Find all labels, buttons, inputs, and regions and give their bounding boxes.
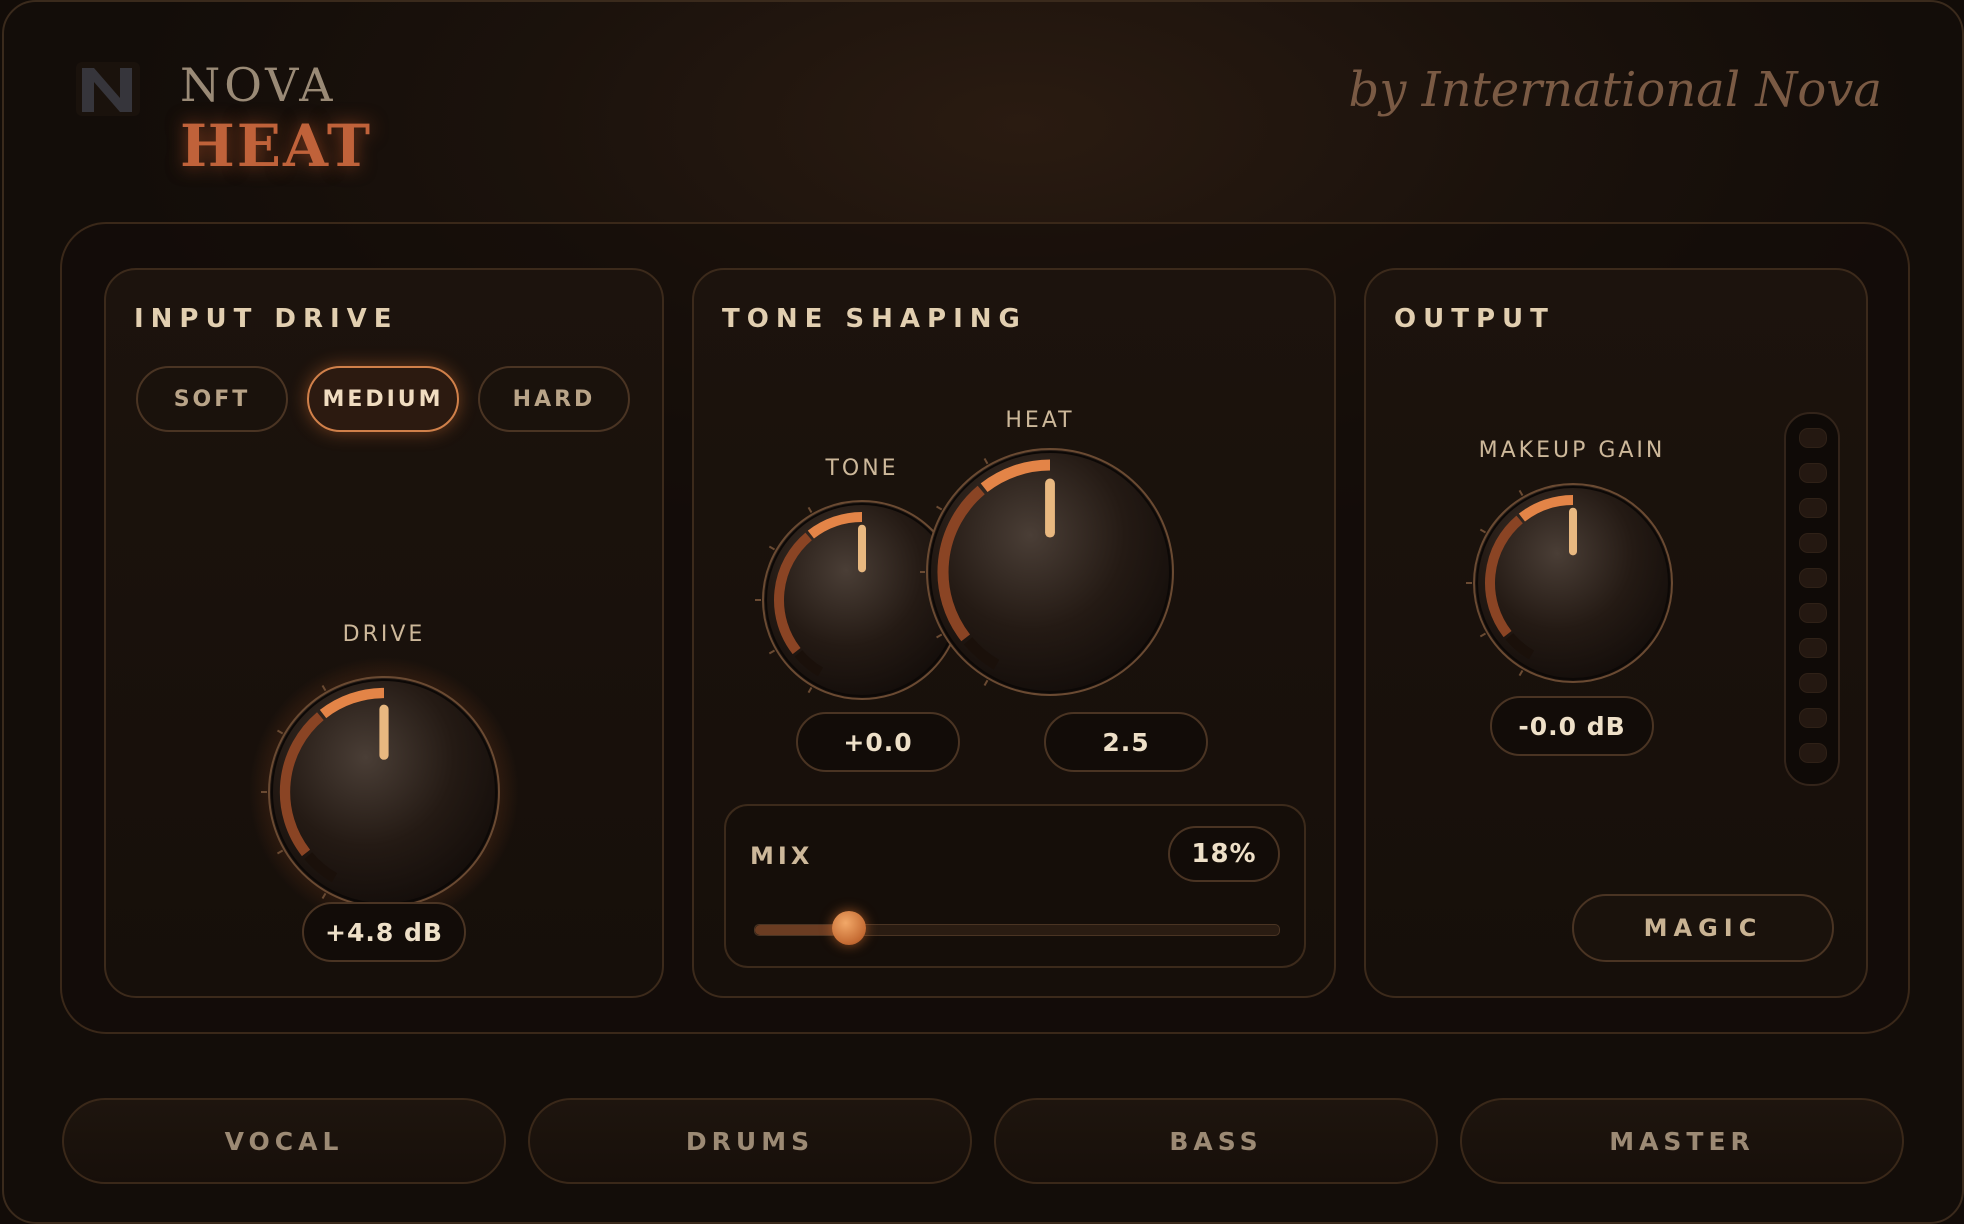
- drive-knob-label: DRIVE: [342, 622, 426, 647]
- input-drive-panel: INPUT DRIVE SOFT MEDIUM HARD DRIVE +4.8 …: [104, 268, 664, 998]
- mode-hard-button[interactable]: HARD: [478, 366, 630, 432]
- brand-name-line2: HEAT: [180, 112, 372, 180]
- preset-bass-button[interactable]: BASS: [994, 1098, 1438, 1184]
- drive-knob[interactable]: [248, 656, 520, 928]
- nova-n-logo-icon: [76, 62, 140, 116]
- meter-led: [1799, 708, 1827, 728]
- knob-tick: [807, 506, 813, 514]
- mix-slider-thumb[interactable]: [832, 911, 867, 945]
- heat-knob-label: HEAT: [1005, 408, 1075, 433]
- meter-led: [1799, 463, 1827, 483]
- knob-tick: [1479, 632, 1487, 638]
- meter-led: [1799, 568, 1827, 588]
- meter-led: [1799, 498, 1827, 518]
- mode-medium-button[interactable]: MEDIUM: [307, 366, 459, 432]
- output-title: OUTPUT: [1394, 304, 1555, 334]
- brand-byline: by International Nova: [1348, 62, 1882, 118]
- meter-led: [1799, 673, 1827, 693]
- knob-tick: [768, 545, 776, 551]
- plugin-window: NOVA HEAT by International Nova INPUT DR…: [2, 0, 1964, 1224]
- brand-name-line1: NOVA: [180, 58, 337, 112]
- knob-tick: [983, 458, 989, 465]
- makeup-gain-knob-label: MAKEUP GAIN: [1478, 438, 1666, 463]
- mode-soft-button[interactable]: SOFT: [136, 366, 288, 432]
- knob-tick: [807, 686, 813, 694]
- mix-slider-track[interactable]: [754, 911, 1280, 945]
- meter-led: [1799, 533, 1827, 553]
- preset-vocal-button[interactable]: VOCAL: [62, 1098, 506, 1184]
- mix-section: MIX 18%: [724, 804, 1306, 968]
- makeup-gain-knob[interactable]: [1466, 476, 1680, 690]
- heat-knob[interactable]: [920, 442, 1180, 702]
- drive-readout[interactable]: +4.8 dB: [302, 902, 466, 962]
- knob-tick: [983, 679, 989, 686]
- meter-led: [1799, 743, 1827, 763]
- knob-tick: [936, 505, 943, 511]
- tone-shaping-title: TONE SHAPING: [722, 304, 1027, 334]
- output-panel: OUTPUT MAKEUP GAIN -0.0 dB MAGIC: [1364, 268, 1868, 998]
- preset-drums-button[interactable]: DRUMS: [528, 1098, 972, 1184]
- makeup-gain-readout[interactable]: -0.0 dB: [1490, 696, 1654, 756]
- tone-shaping-panel: TONE SHAPING TONE +0.0 HEAT 2.5 MIX 18%: [692, 268, 1336, 998]
- knob-tick: [1479, 528, 1487, 534]
- output-level-meter: [1784, 412, 1840, 786]
- knob-tick: [1518, 669, 1524, 677]
- magic-button[interactable]: MAGIC: [1572, 894, 1834, 962]
- heat-readout[interactable]: 2.5: [1044, 712, 1208, 772]
- meter-led: [1799, 638, 1827, 658]
- tone-readout[interactable]: +0.0: [796, 712, 960, 772]
- mix-label: MIX: [750, 842, 814, 870]
- preset-master-button[interactable]: MASTER: [1460, 1098, 1904, 1184]
- input-drive-title: INPUT DRIVE: [134, 304, 399, 334]
- mix-value-readout[interactable]: 18%: [1168, 826, 1280, 882]
- knob-tick: [1518, 489, 1524, 497]
- meter-led: [1799, 603, 1827, 623]
- knob-tick: [768, 649, 776, 655]
- meter-led: [1799, 428, 1827, 448]
- knob-tick: [936, 633, 943, 639]
